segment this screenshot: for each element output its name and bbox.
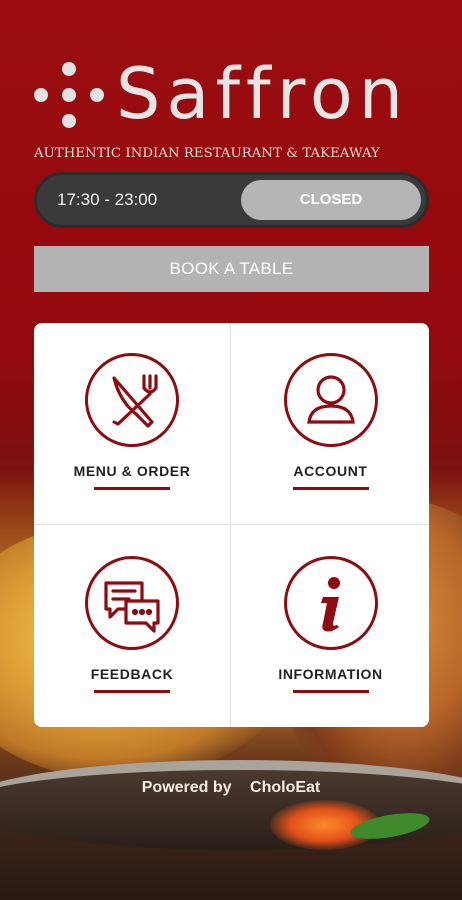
tile-underline — [94, 487, 170, 490]
brand-tagline: AUTHENTIC INDIAN RESTAURANT & TAKEAWAY — [34, 146, 380, 161]
provider-link[interactable]: CholoEat — [250, 779, 320, 796]
tile-underline — [292, 690, 369, 693]
main-menu-grid: MENU & ORDER ACCOUNT FEEDBACK INFORMATIO… — [34, 323, 429, 727]
brand-logo: Saffron — [34, 54, 434, 138]
info-icon — [283, 556, 378, 650]
tile-underline — [292, 487, 369, 490]
tile-feedback[interactable]: FEEDBACK — [34, 526, 231, 727]
open-status-badge: CLOSED — [241, 180, 421, 220]
tile-feedback-label: FEEDBACK — [90, 666, 174, 682]
book-table-button[interactable]: BOOK A TABLE — [34, 246, 429, 292]
chat-bubbles-icon — [85, 556, 179, 650]
tile-account[interactable]: ACCOUNT — [232, 323, 429, 525]
brand-name: Saffron — [116, 53, 410, 135]
tile-information[interactable]: INFORMATION — [232, 526, 429, 727]
fork-knife-icon — [85, 353, 179, 447]
tile-account-label: ACCOUNT — [293, 463, 368, 479]
tile-menu-order[interactable]: MENU & ORDER — [34, 323, 231, 525]
opening-hours-text: 17:30 - 23:00 — [57, 190, 158, 209]
tile-menu-order-label: MENU & ORDER — [73, 463, 191, 479]
powered-by-footer: Powered by CholoEat — [0, 779, 462, 797]
user-icon — [283, 353, 378, 447]
dot-cross-icon — [34, 62, 104, 128]
tile-information-label: INFORMATION — [278, 666, 383, 682]
opening-hours-bar: 17:30 - 23:00 CLOSED — [34, 172, 429, 228]
powered-by-text: Powered by — [141, 779, 232, 796]
tile-underline — [94, 690, 170, 693]
